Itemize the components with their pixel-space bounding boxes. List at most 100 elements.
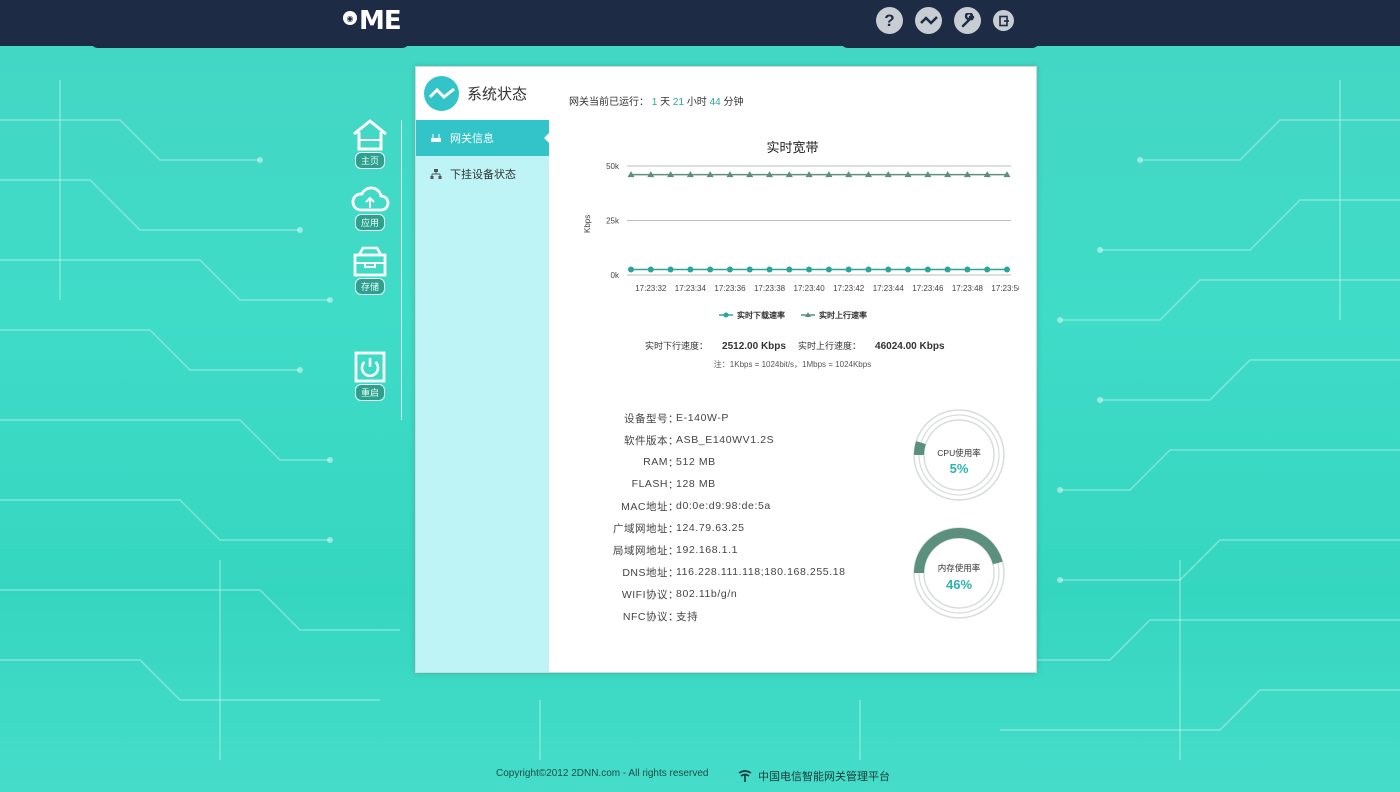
info-separator: ： bbox=[668, 500, 679, 513]
nav-item-reboot[interactable]: 重启 bbox=[349, 350, 391, 401]
uptime-hours-unit: 小时 bbox=[686, 97, 707, 108]
info-value: E-140W-P bbox=[676, 412, 730, 424]
settings-icon[interactable] bbox=[954, 7, 981, 34]
info-separator: ： bbox=[668, 434, 679, 447]
info-separator: ： bbox=[668, 588, 679, 601]
info-separator: ： bbox=[668, 478, 679, 491]
cpu-gauge: CPU使用率 5% bbox=[913, 409, 1005, 501]
data-point[interactable] bbox=[707, 266, 714, 273]
data-point[interactable] bbox=[964, 266, 971, 273]
chart-title: 实时宽带 bbox=[766, 140, 819, 155]
menu-gateway-info[interactable]: 网关信息 bbox=[416, 120, 550, 156]
info-row: DNS地址： 116.228.111.118;180.168.255.18 bbox=[601, 561, 881, 583]
data-point[interactable] bbox=[924, 266, 931, 273]
x-tick-label: 17:23:46 bbox=[912, 284, 944, 293]
info-separator: ： bbox=[668, 610, 679, 623]
info-row: 局域网地址： 192.168.1.1 bbox=[601, 539, 881, 561]
router-icon bbox=[431, 134, 441, 142]
legend-label[interactable]: 实时下载速率 bbox=[737, 310, 785, 320]
x-tick-label: 17:23:32 bbox=[635, 284, 667, 293]
x-tick-label: 17:23:42 bbox=[833, 284, 865, 293]
up-speed: 实时上行速度： 46024.00 Kbps bbox=[798, 339, 945, 352]
y-tick-label: 25k bbox=[606, 217, 620, 226]
data-point[interactable] bbox=[905, 266, 912, 273]
info-separator: ： bbox=[668, 566, 679, 579]
legend-marker bbox=[723, 312, 729, 318]
info-value: 802.11b/g/n bbox=[676, 588, 738, 600]
data-point[interactable] bbox=[667, 266, 674, 273]
info-separator: ： bbox=[668, 522, 679, 535]
menu-label: 网关信息 bbox=[450, 133, 494, 145]
footer-brand-text: 中国电信智能网关管理平台 bbox=[758, 771, 890, 783]
data-point[interactable] bbox=[766, 266, 773, 273]
info-row: 软件版本： ASB_E140WV1.2S bbox=[601, 429, 881, 451]
data-point[interactable] bbox=[687, 266, 694, 273]
uptime-minutes-unit: 分钟 bbox=[723, 97, 744, 108]
header-toolbar: ? bbox=[876, 7, 1014, 34]
y-tick-label: 0k bbox=[611, 271, 620, 280]
nav-divider bbox=[401, 120, 402, 420]
copyright-text: Copyright©2012 2DNN.com - All rights res… bbox=[496, 768, 709, 779]
x-tick-label: 17:23:38 bbox=[754, 284, 786, 293]
info-value: ASB_E140WV1.2S bbox=[676, 434, 775, 446]
data-point[interactable] bbox=[865, 266, 872, 273]
data-point[interactable] bbox=[806, 266, 813, 273]
device-info-list: 设备型号： E-140W-P 软件版本： ASB_E140WV1.2S RAM： 512 … bbox=[601, 407, 881, 627]
uptime-minutes: 44 bbox=[709, 97, 721, 108]
help-icon[interactable]: ? bbox=[876, 7, 903, 34]
data-point[interactable] bbox=[1004, 266, 1010, 273]
info-value: d0:0e:d9:98:de:5a bbox=[676, 500, 771, 512]
x-tick-label: 17:23:50 bbox=[991, 284, 1019, 293]
logout-icon[interactable] bbox=[993, 10, 1014, 31]
cpu-gauge-value: 5% bbox=[949, 461, 969, 476]
x-tick-label: 17:23:34 bbox=[675, 284, 707, 293]
info-key: DNS地址 bbox=[622, 566, 668, 579]
telecom-logo-icon bbox=[738, 770, 752, 782]
info-key: 局域网地址 bbox=[613, 544, 668, 557]
system-status-icon bbox=[424, 76, 459, 111]
info-key: 广域网地址 bbox=[613, 522, 668, 535]
info-row: FLASH： 128 MB bbox=[601, 473, 881, 495]
nav-item-storage[interactable]: 存储 bbox=[349, 246, 391, 295]
legend-label[interactable]: 实时上行速率 bbox=[819, 310, 867, 320]
data-point[interactable] bbox=[845, 266, 852, 273]
y-tick-label: 50k bbox=[606, 162, 620, 171]
down-speed: 实时下行速度： 2512.00 Kbps bbox=[645, 339, 786, 352]
header-tab-right bbox=[840, 40, 1040, 48]
nav-item-home[interactable]: 主页 bbox=[349, 118, 391, 169]
info-row: WIFI协议： 802.11b/g/n bbox=[601, 583, 881, 605]
down-speed-value: 2512.00 Kbps bbox=[722, 341, 786, 352]
network-icon bbox=[430, 169, 442, 179]
memory-gauge-value: 46% bbox=[945, 577, 973, 592]
uptime-days-unit: 天 bbox=[660, 97, 671, 108]
menu-device-status[interactable]: 下挂设备状态 bbox=[416, 156, 549, 192]
data-point[interactable] bbox=[628, 266, 634, 273]
up-speed-label: 实时上行速度： bbox=[798, 341, 862, 351]
cpu-gauge-label: CPU使用率 bbox=[937, 448, 981, 458]
cloud-icon bbox=[351, 186, 390, 212]
app-logo[interactable]: ◉ ME bbox=[343, 6, 402, 36]
menu-label: 下挂设备状态 bbox=[450, 169, 516, 181]
data-point[interactable] bbox=[825, 266, 832, 273]
x-tick-label: 17:23:44 bbox=[873, 284, 905, 293]
data-point[interactable] bbox=[885, 266, 892, 273]
x-tick-label: 17:23:36 bbox=[714, 284, 746, 293]
uptime-hours: 21 bbox=[672, 97, 685, 108]
nav-item-apps[interactable]: 应用 bbox=[349, 184, 391, 231]
data-point[interactable] bbox=[726, 266, 733, 273]
unit-note: 注：1Kbps = 1024bit/s，1Mbps = 1024Kbps bbox=[713, 360, 872, 369]
panel-sidebar: 系统状态 网关信息 下挂设备状态 bbox=[416, 67, 550, 672]
bandwidth-chart: Kbps 0k 25k 50k 17:23:32 17:23:34 17:23:36 17:2… bbox=[583, 162, 1019, 320]
x-tick-label: 17:23:40 bbox=[794, 284, 826, 293]
info-key: 设备型号 bbox=[624, 412, 668, 425]
power-icon bbox=[354, 351, 386, 383]
data-point[interactable] bbox=[746, 266, 753, 273]
data-point[interactable] bbox=[647, 266, 654, 273]
down-speed-label: 实时下行速度： bbox=[645, 341, 709, 351]
data-point[interactable] bbox=[786, 266, 793, 273]
nav-label-storage: 存储 bbox=[354, 278, 385, 295]
data-point[interactable] bbox=[944, 266, 951, 273]
status-icon[interactable] bbox=[915, 7, 942, 34]
data-point[interactable] bbox=[984, 266, 991, 273]
logo-mark-icon: ◉ bbox=[343, 11, 357, 25]
